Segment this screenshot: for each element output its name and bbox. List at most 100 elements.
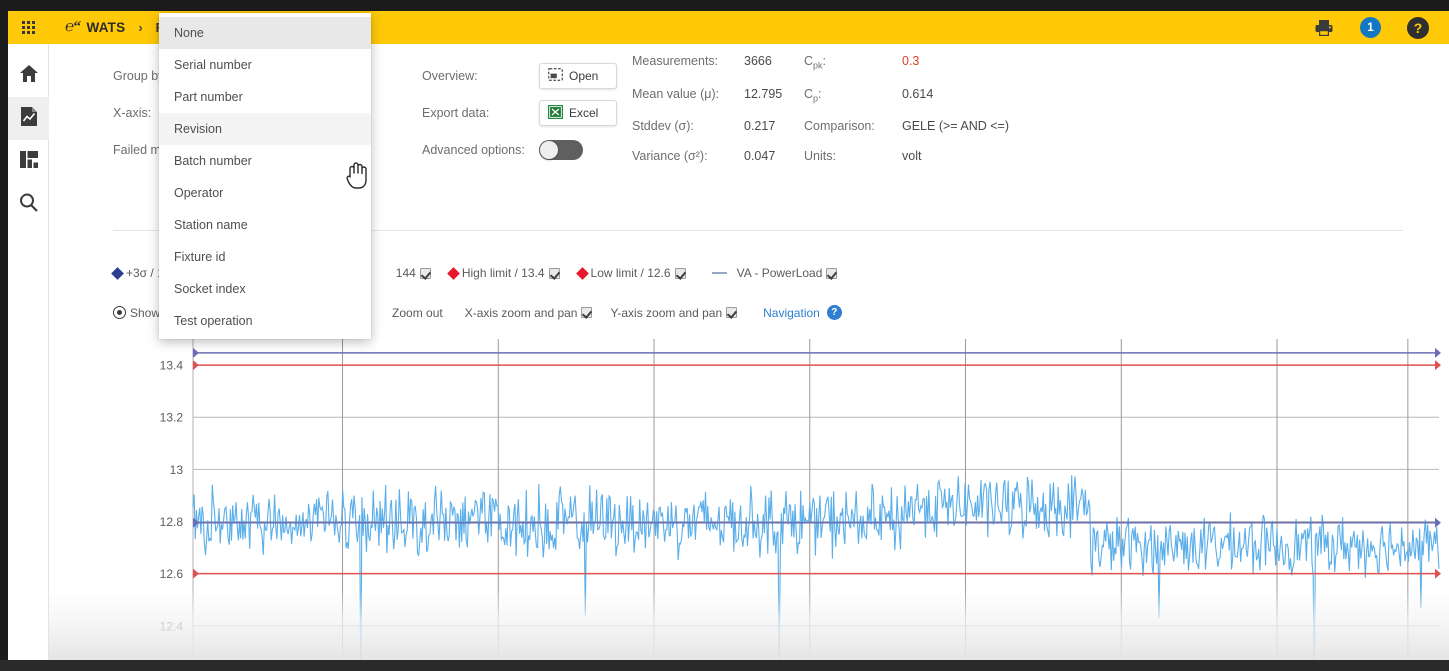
chart-reference-marker (193, 568, 199, 579)
breadcrumb-separator-icon: › (138, 20, 143, 35)
open-overview-button[interactable]: Open (539, 63, 617, 89)
chart-reference-marker (1435, 347, 1441, 358)
dropdown-item-test-operation[interactable]: Test operation (159, 305, 371, 337)
overview-label: Overview: (422, 69, 478, 83)
wats-logo-mark: ℮“ (63, 19, 81, 35)
chart-reference-marker (193, 360, 199, 371)
stat-key-units: Units: (804, 149, 836, 163)
stat-value-stddev: 0.217 (744, 119, 776, 133)
stat-key-mean: Mean value (μ): (632, 86, 720, 101)
dropdown-item-socket-index[interactable]: Socket index (159, 273, 371, 305)
y-axis-zoom-label: Y-axis zoom and pan (610, 305, 723, 320)
advanced-options-label: Advanced options: (422, 143, 525, 157)
grid-apps-dots (21, 21, 35, 34)
notification-badge[interactable]: 1 (1360, 17, 1381, 38)
stat-key-cp: Cp: (804, 86, 822, 104)
stat-key-measurements: Measurements: (632, 54, 719, 68)
sidebar-item-reports[interactable] (8, 97, 49, 140)
dropdown-item-batch-number[interactable]: Batch number (159, 145, 371, 177)
dropdown-item-serial-number[interactable]: Serial number (159, 49, 371, 81)
excel-button-label: Excel (569, 106, 599, 120)
magnifier-icon (18, 192, 39, 218)
window-frame-left (0, 0, 8, 671)
x-axis-zoom-checkbox[interactable] (581, 307, 593, 318)
stat-value-cp: 0.614 (902, 86, 934, 101)
window-frame-top (0, 0, 1449, 11)
legend-label-high-limit: High limit / 13.4 (461, 266, 545, 280)
advanced-options-toggle[interactable] (539, 140, 583, 160)
statistics-panel: Measurements: 3666 Cpk: 0.3 Mean value (… (632, 54, 1009, 163)
legend-item-minus3sigma[interactable]: 144 (396, 266, 431, 280)
legend-checkbox-high-limit[interactable] (548, 267, 560, 279)
legend-checkbox-powerload[interactable] (826, 267, 838, 279)
legend-item-high-limit[interactable]: High limit / 13.4 (446, 266, 560, 280)
sidebar-item-search[interactable] (8, 183, 49, 226)
stat-value-units: volt (902, 149, 922, 163)
navigation-help-icon[interactable]: ? (826, 305, 842, 320)
dropdown-item-none[interactable]: None (159, 17, 371, 49)
legend-checkbox-minus3sigma[interactable] (419, 267, 431, 279)
export-data-label: Export data: (422, 106, 490, 120)
x-axis-zoom-pan-control[interactable]: X-axis zoom and pan (465, 306, 593, 320)
chart-series-powerload (192, 475, 1440, 660)
open-button-label: Open (569, 69, 599, 83)
dropdown-item-fixture-id[interactable]: Fixture id (159, 241, 371, 273)
stat-key-cpk: Cpk: (804, 54, 827, 71)
dropdown-item-part-number[interactable]: Part number (159, 81, 371, 113)
grid-apps-icon[interactable] (8, 11, 48, 44)
group-by-dropdown-menu[interactable]: None Serial number Part number Revision Batc… (159, 13, 371, 339)
chart-reference-marker (1435, 517, 1441, 528)
measurement-chart[interactable]: 13.413.21312.812.612.412.2 (105, 339, 1449, 660)
dropdown-item-operator[interactable]: Operator (159, 177, 371, 209)
navigation-link[interactable]: Navigation (763, 306, 820, 320)
dropdown-item-revision[interactable]: Revision (159, 113, 371, 145)
legend-item-low-limit[interactable]: Low limit / 12.6 (575, 266, 686, 280)
help-question-icon[interactable]: ? (1407, 16, 1429, 39)
chart-reference-marker (193, 347, 199, 358)
eye-icon (113, 306, 126, 319)
y-axis-zoom-pan-control[interactable]: Y-axis zoom and pan (610, 305, 738, 320)
diamond-red-icon (575, 266, 589, 280)
diamond-red-icon (446, 266, 460, 280)
legend-label-low-limit: Low limit / 12.6 (590, 266, 671, 280)
zoom-out-button[interactable]: Zoom out (392, 306, 443, 320)
printer-icon[interactable] (1314, 19, 1334, 37)
sidebar-item-dashboards[interactable] (8, 140, 49, 183)
stat-key-variance: Variance (σ²): (632, 149, 708, 163)
application-window: ℮“ WATS › Reporting 1 ? (0, 0, 1449, 671)
stat-value-variance: 0.047 (744, 149, 776, 163)
brand-name[interactable]: WATS (87, 20, 126, 35)
stat-value-mean: 12.795 (744, 86, 783, 101)
chart-ytick-label: 12.8 (160, 515, 184, 529)
dashboard-bars-icon (19, 150, 39, 174)
y-axis-zoom-checkbox[interactable] (726, 307, 738, 318)
toggle-knob (540, 141, 558, 159)
chart-ytick-label: 12.4 (160, 619, 184, 633)
home-icon (19, 64, 39, 88)
legend-label-minus3sigma: 144 (395, 266, 416, 280)
chart-ytick-label: 12.6 (160, 567, 184, 581)
dropdown-item-station-name[interactable]: Station name (159, 209, 371, 241)
left-sidebar (8, 44, 49, 660)
line-dash-icon (711, 272, 727, 274)
stat-key-stddev: Stddev (σ): (632, 119, 694, 133)
legend-checkbox-low-limit[interactable] (674, 267, 686, 279)
header-actions: 1 ? (1314, 16, 1449, 39)
legend-item-powerload[interactable]: VA - PowerLoad (711, 266, 838, 280)
diamond-navy-icon (111, 266, 124, 280)
sidebar-item-home[interactable] (8, 54, 49, 97)
report-chart-icon (19, 106, 39, 132)
stat-value-measurements: 3666 (744, 54, 772, 68)
chart-reference-marker (1435, 360, 1441, 371)
x-axis-zoom-label: X-axis zoom and pan (464, 305, 578, 320)
chart-ytick-label: 13.2 (160, 411, 184, 425)
excel-sheet-icon (547, 104, 564, 122)
open-window-icon (548, 68, 563, 84)
window-frame-bottom (0, 660, 1449, 671)
export-excel-button[interactable]: Excel (539, 100, 617, 126)
chart-svg[interactable]: 13.413.21312.812.612.412.2 (105, 339, 1449, 660)
stat-value-cpk: 0.3 (902, 54, 920, 68)
chart-ytick-label: 13.4 (160, 359, 184, 373)
chart-reference-marker (1435, 568, 1441, 579)
stat-value-comparison: GELE (>= AND <=) (902, 119, 1009, 133)
